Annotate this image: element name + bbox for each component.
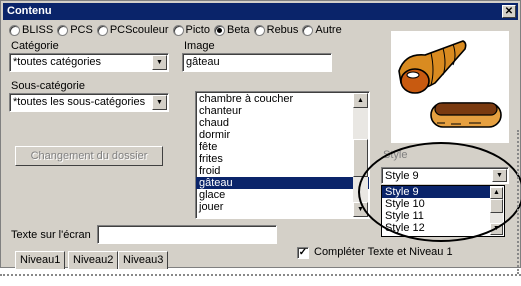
style-list-scrollbar[interactable]: ▲ ▼ [490, 187, 503, 235]
radio-picto[interactable]: Picto [172, 23, 210, 37]
categorie-label: Catégorie [11, 40, 59, 52]
scroll-thumb[interactable] [353, 139, 368, 177]
radio-pcs[interactable]: PCS [57, 23, 93, 37]
radio-circle-icon[interactable] [302, 24, 314, 36]
image-list-item[interactable]: froid [196, 165, 369, 177]
radio-bliss[interactable]: BLISS [9, 23, 53, 37]
window-title: Contenu [7, 5, 52, 17]
image-list-item[interactable]: jouer [196, 201, 369, 213]
scroll-up-icon[interactable]: ▲ [490, 187, 503, 199]
sous-categorie-value: *toutes les sous-catégories [13, 96, 146, 108]
style-select[interactable]: Style 9 ▼ [381, 167, 509, 184]
radio-rebus[interactable]: Rebus [253, 23, 299, 37]
dotted-divider-right [517, 130, 519, 274]
completer-checkbox[interactable]: ✓ [297, 247, 309, 259]
image-list-item[interactable]: chaud [196, 117, 369, 129]
chevron-down-icon[interactable]: ▼ [152, 55, 167, 70]
image-list-item[interactable]: chambre à coucher [196, 93, 369, 105]
image-list-item[interactable]: chanteur [196, 105, 369, 117]
tab-niveau3[interactable]: Niveau3 [118, 251, 169, 269]
change-folder-button[interactable]: Changement du dossier [15, 146, 163, 166]
scroll-down-icon[interactable]: ▼ [353, 202, 368, 217]
radio-circle-icon[interactable] [213, 24, 225, 36]
scroll-thumb[interactable] [490, 199, 503, 213]
style-option[interactable]: Style 9 [382, 186, 490, 198]
texte-ecran-label: Texte sur l'écran [11, 229, 91, 241]
radio-circle-icon[interactable] [172, 24, 184, 36]
radio-label: BLISS [22, 24, 54, 36]
radio-label: Autre [315, 24, 342, 36]
image-list-item[interactable]: frites [196, 153, 369, 165]
categorie-select[interactable]: *toutes catégories ▼ [9, 53, 169, 72]
style-label: Style [383, 149, 408, 161]
radio-label: PCScouleur [109, 24, 169, 36]
categorie-value: *toutes catégories [13, 56, 102, 68]
style-option[interactable]: Style 10 [382, 198, 490, 210]
image-list-item[interactable]: dormir [196, 129, 369, 141]
radio-label: Picto [185, 24, 210, 36]
radio-autre[interactable]: Autre [302, 23, 342, 37]
texte-ecran-input[interactable] [97, 225, 277, 244]
style-option[interactable]: Style 11 [382, 210, 490, 222]
radio-pcscouleur[interactable]: PCScouleur [96, 23, 169, 37]
pastries-image [391, 31, 509, 143]
style-option[interactable]: Style 12 [382, 222, 490, 234]
image-list-scrollbar[interactable]: ▲ ▼ [353, 93, 368, 217]
style-value: Style 9 [385, 170, 419, 182]
title-bar: Contenu ✕ [3, 3, 518, 20]
tab-niveau1[interactable]: Niveau1 [15, 251, 66, 269]
chevron-down-icon[interactable]: ▼ [492, 169, 507, 182]
radio-label: PCS [70, 24, 93, 36]
image-list-item[interactable]: gâteau [196, 177, 369, 189]
image-list-item[interactable]: fête [196, 141, 369, 153]
contenu-dialog: Contenu ✕ BLISS PCS PCScouleur Picto Beta Reb… [0, 0, 521, 269]
image-list-item[interactable]: glace [196, 189, 369, 201]
radio-label: Beta [226, 24, 250, 36]
radio-beta[interactable]: Beta [213, 23, 250, 37]
scroll-up-icon[interactable]: ▲ [353, 93, 368, 108]
radio-circle-icon[interactable] [57, 24, 69, 36]
scroll-down-icon[interactable]: ▼ [490, 223, 503, 235]
style-dropdown-list[interactable]: Style 9 Style 10 Style 11 Style 12 ▲ ▼ [381, 185, 505, 237]
radio-circle-icon[interactable] [9, 24, 20, 36]
tab-niveau2[interactable]: Niveau2 [68, 251, 119, 269]
image-value: gâteau [186, 56, 220, 68]
chevron-down-icon[interactable]: ▼ [152, 95, 167, 110]
image-input[interactable]: gâteau [182, 53, 332, 72]
sous-categorie-label: Sous-catégorie [11, 80, 85, 92]
image-label: Image [184, 40, 215, 52]
radio-label: Rebus [266, 24, 299, 36]
dotted-divider [0, 274, 521, 276]
sous-categorie-select[interactable]: *toutes les sous-catégories ▼ [9, 93, 169, 112]
symbol-set-radio-group: BLISS PCS PCScouleur Picto Beta Rebus Autre [9, 23, 342, 37]
pastries-icon [398, 40, 502, 128]
close-button[interactable]: ✕ [502, 5, 516, 18]
completer-label: Compléter Texte et Niveau 1 [314, 246, 453, 258]
image-list[interactable]: chambre à coucher chanteur chaud dormir fête… [195, 91, 370, 219]
radio-circle-icon[interactable] [96, 24, 108, 36]
radio-circle-icon[interactable] [253, 24, 265, 36]
